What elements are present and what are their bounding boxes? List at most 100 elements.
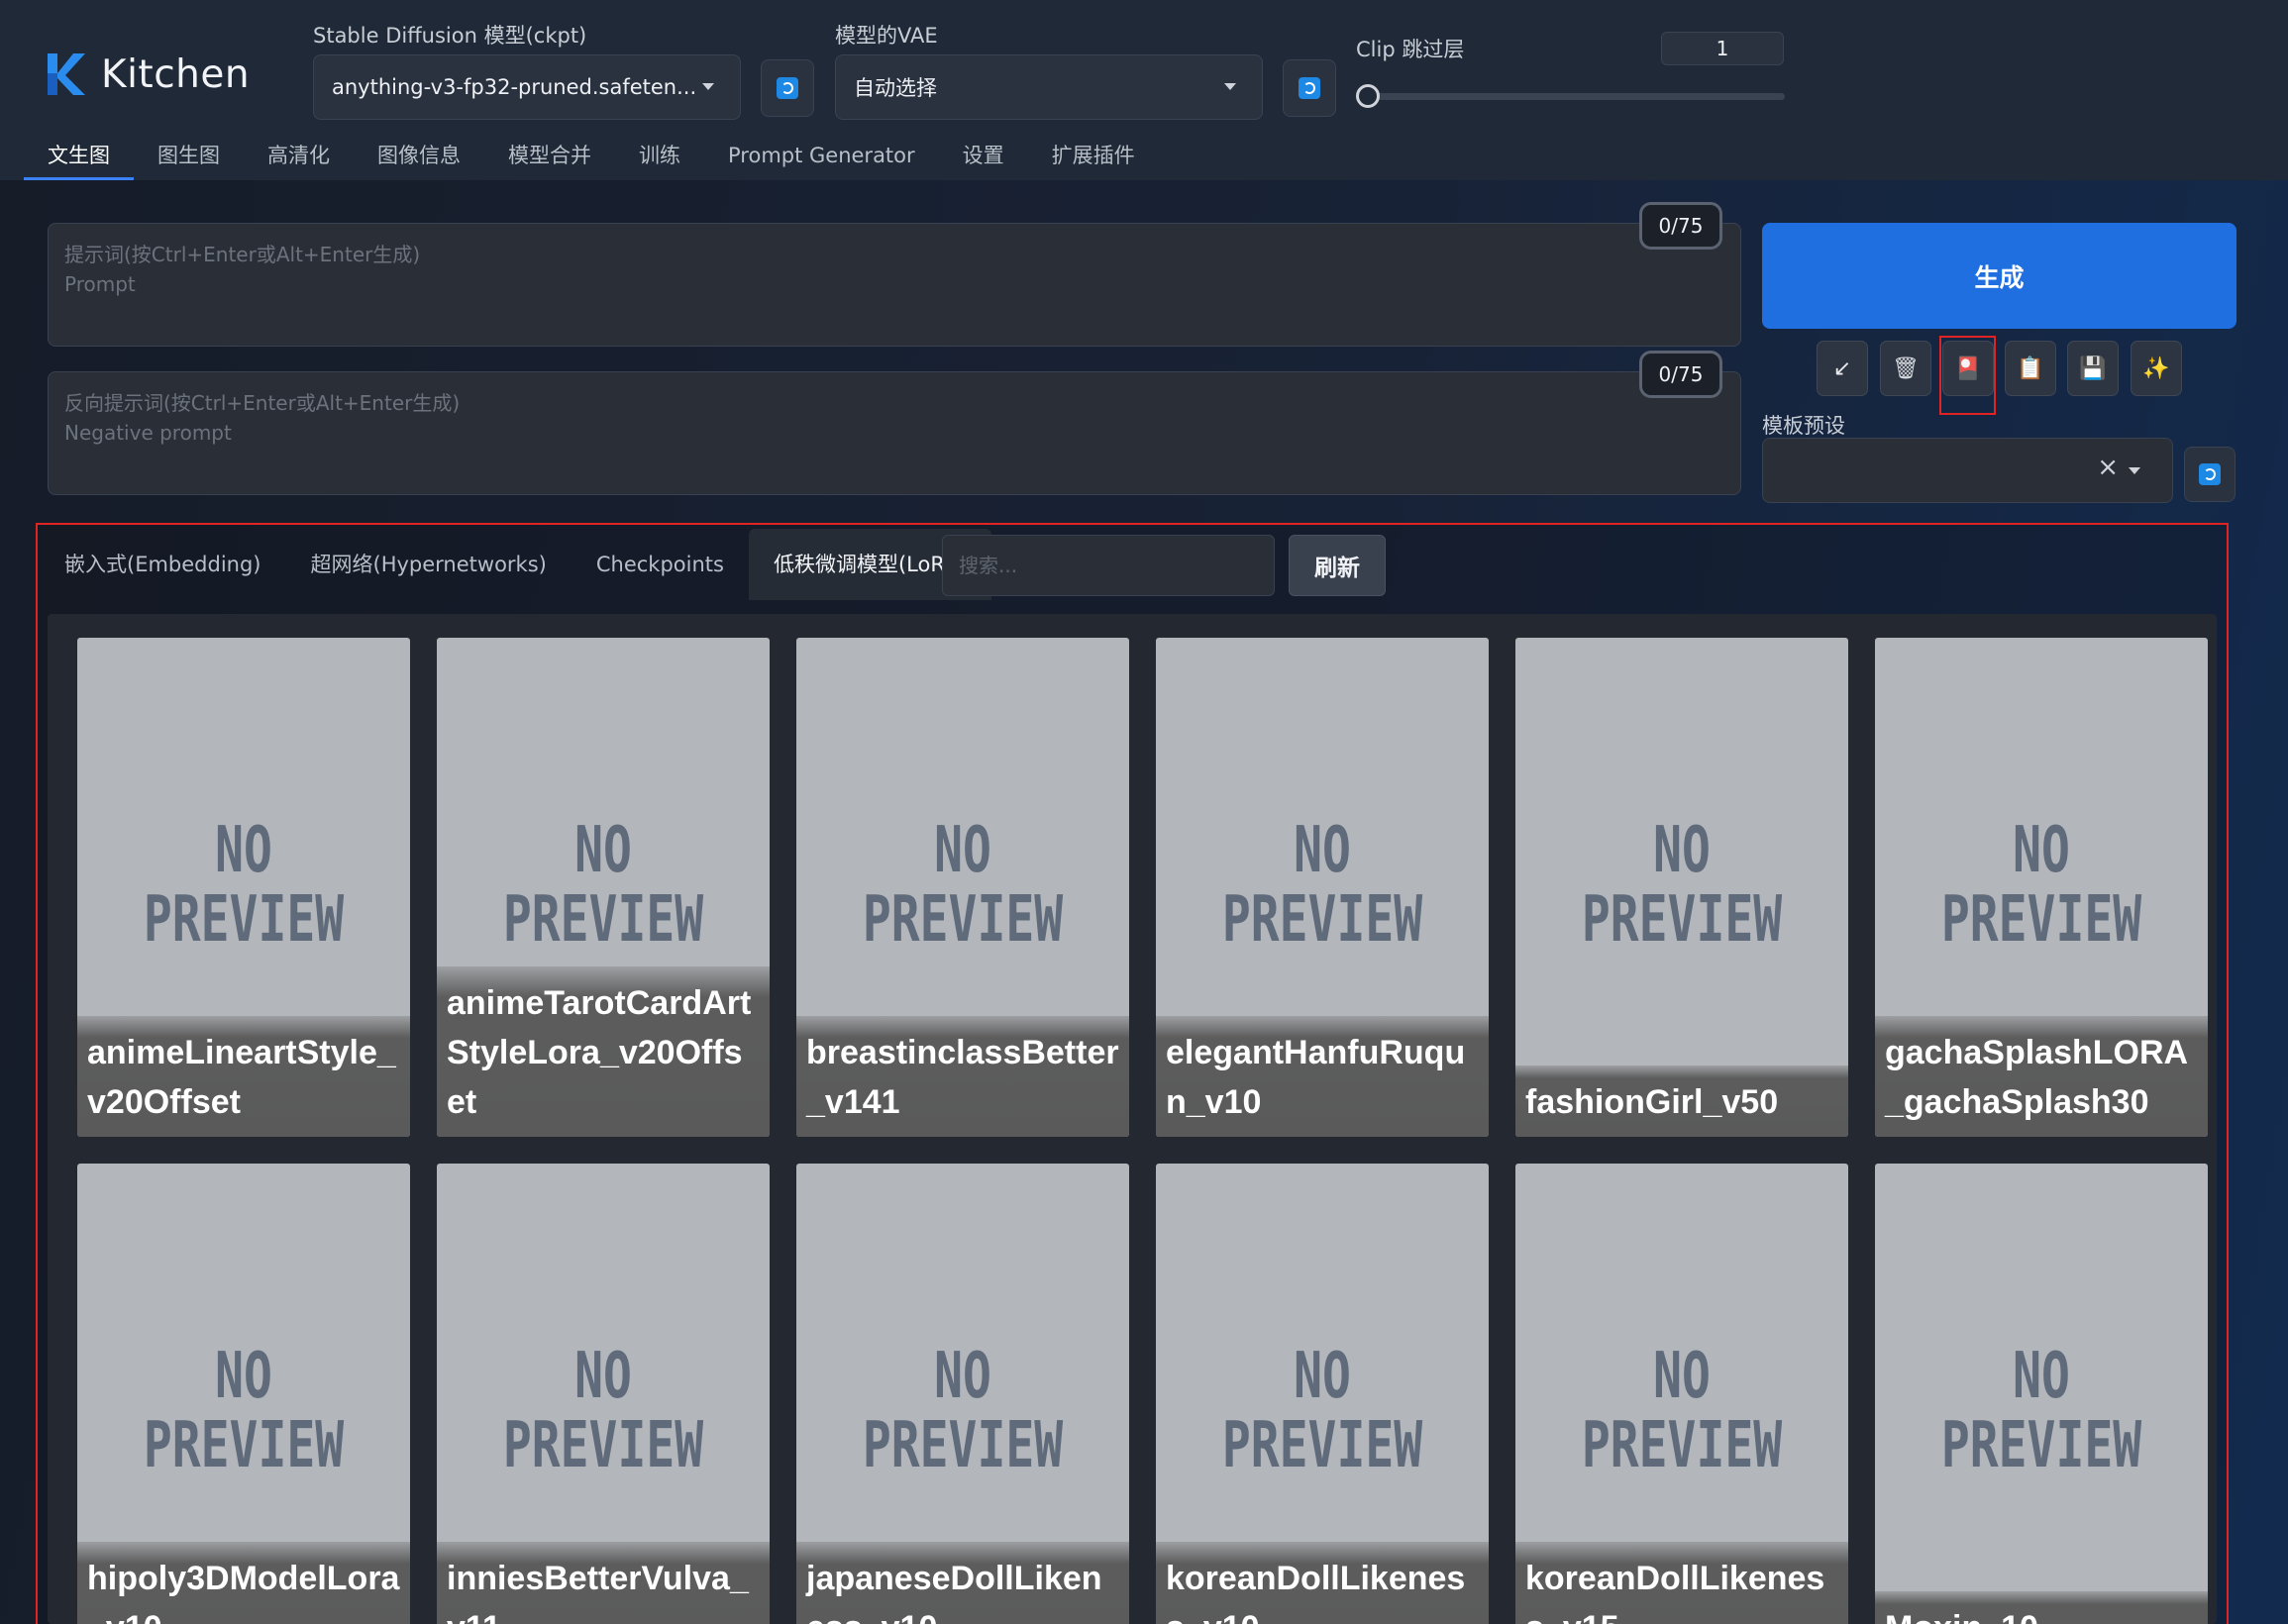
no-preview-text-line2: PREVIEW: [143, 883, 345, 957]
lora-card-name: animeTarotCardArtStyleLora_v20Offset: [437, 966, 770, 1137]
vae-label: 模型的VAE: [835, 24, 938, 48]
no-preview-text-line1: NO: [934, 814, 991, 887]
refresh-ckpt-button[interactable]: [761, 59, 814, 117]
tab-txt2img[interactable]: 文生图: [24, 139, 134, 180]
no-preview-image: NO PREVIEW: [77, 816, 410, 955]
negative-prompt-token-counter: 0/75: [1639, 351, 1722, 398]
highlight-extra-networks-button: [1939, 336, 1996, 415]
no-preview-text-line2: PREVIEW: [1221, 1409, 1423, 1482]
tab-checkpoints[interactable]: Checkpoints: [572, 529, 749, 600]
no-preview-text-line2: PREVIEW: [1581, 883, 1783, 957]
no-preview-text-line2: PREVIEW: [862, 883, 1064, 957]
lora-card[interactable]: NO PREVIEW elegantHanfuRuqun_v10: [1156, 638, 1489, 1137]
styles-select[interactable]: ×: [1762, 438, 2173, 503]
clear-icon[interactable]: ×: [2097, 453, 2119, 482]
kitchen-logo-icon: [44, 51, 87, 97]
extra-networks-refresh-button[interactable]: 刷新: [1289, 535, 1386, 596]
tab-train[interactable]: 训练: [615, 139, 704, 180]
tab-img2img[interactable]: 图生图: [134, 139, 244, 180]
clipboard-icon: 📋: [2017, 355, 2044, 381]
lora-card-name: hipoly3DModelLora_v10: [77, 1542, 410, 1624]
lora-card[interactable]: NOPREVIEW koreanDollLikeness_v15: [1515, 1164, 1848, 1624]
no-preview-image: NO PREVIEW: [437, 816, 770, 955]
no-preview-text-line1: NO: [2013, 1340, 2070, 1413]
lora-card-name: gachaSplashLORA_gachaSplash30: [1875, 1016, 2208, 1137]
no-preview-image: NO PREVIEW: [1156, 1342, 1489, 1480]
main-tabs: 文生图 图生图 高清化 图像信息 模型合并 训练 Prompt Generato…: [24, 139, 1159, 180]
refresh-vae-button[interactable]: [1283, 59, 1336, 117]
lora-card[interactable]: NOPREVIEW japaneseDollLikeness_v10: [796, 1164, 1129, 1624]
no-preview-text-line2: PREVIEW: [502, 1409, 704, 1482]
lora-card[interactable]: NO PREVIEW animeTarotCardArtStyleLora_v20O…: [437, 638, 770, 1137]
clear-prompt-button[interactable]: 🗑: [1880, 341, 1931, 396]
no-preview-text-line1: NO: [215, 814, 272, 887]
lora-card-name: inniesBetterVulva_v11: [437, 1542, 770, 1624]
lora-card-name: koreanDollLikeness_v10: [1156, 1542, 1489, 1624]
no-preview-text-line1: NO: [1294, 814, 1351, 887]
tab-png-info[interactable]: 图像信息: [354, 139, 484, 180]
lora-card[interactable]: NO PREVIEW animeLineartStyle_v20Offset: [77, 638, 410, 1137]
clip-skip-input[interactable]: 1: [1661, 32, 1784, 65]
lora-card-name: japaneseDollLikeness_v10: [796, 1542, 1129, 1624]
refresh-icon: [777, 77, 798, 99]
no-preview-text-line1: NO: [1653, 814, 1711, 887]
lora-card-name: Moxin_10: [1875, 1591, 2208, 1624]
clip-skip-label: Clip 跳过层: [1356, 38, 1465, 61]
lora-card[interactable]: NO PREVIEW fashionGirl_v50: [1515, 638, 1848, 1137]
no-preview-image: NO PREVIEW: [1875, 1342, 2208, 1480]
lora-card[interactable]: NOPREVIEW hipoly3DModelLora_v10: [77, 1164, 410, 1624]
tab-embedding[interactable]: 嵌入式(Embedding): [40, 529, 286, 600]
no-preview-text-line2: PREVIEW: [143, 1409, 345, 1482]
lora-card[interactable]: NO PREVIEW gachaSplashLORA_gachaSplash30: [1875, 638, 2208, 1137]
lora-card[interactable]: NO PREVIEW breastinclassBetter_v141: [796, 638, 1129, 1137]
save-style-button[interactable]: 💾: [2067, 341, 2119, 396]
apply-style-button[interactable]: 📋: [2005, 341, 2056, 396]
extra-networks-search-input[interactable]: [942, 535, 1275, 596]
tab-hypernetworks[interactable]: 超网络(Hypernetworks): [286, 529, 572, 600]
tab-checkpoint-merger[interactable]: 模型合并: [484, 139, 615, 180]
magic-prompt-button[interactable]: ✨: [2131, 341, 2182, 396]
read-params-button[interactable]: ↙: [1817, 341, 1868, 396]
extra-networks-tabs: 嵌入式(Embedding) 超网络(Hypernetworks) Checkp…: [40, 529, 991, 600]
no-preview-text-line2: PREVIEW: [1221, 883, 1423, 957]
styles-label: 模板预设: [1762, 414, 1845, 438]
refresh-icon: [1299, 77, 1320, 99]
app-logo: Kitchen: [44, 51, 250, 97]
negative-prompt-placeholder: 反向提示词(按Ctrl+Enter或Alt+Enter生成) Negative …: [64, 391, 461, 445]
no-preview-image: NO PREVIEW: [1156, 816, 1489, 955]
refresh-icon: [2199, 463, 2221, 485]
tab-extras[interactable]: 高清化: [244, 139, 354, 180]
chevron-down-icon: [702, 83, 714, 90]
prompt-input[interactable]: 提示词(按Ctrl+Enter或Alt+Enter生成) Prompt: [48, 223, 1741, 347]
vae-select[interactable]: 自动选择: [835, 54, 1263, 120]
chevron-down-icon: [2129, 467, 2140, 474]
generate-button[interactable]: 生成: [1762, 223, 2236, 329]
no-preview-text-line2: PREVIEW: [1940, 883, 2142, 957]
no-preview-text-line1: NO: [215, 1340, 272, 1413]
lora-card-name: elegantHanfuRuqun_v10: [1156, 1016, 1489, 1137]
lora-card-name: fashionGirl_v50: [1515, 1066, 1848, 1137]
refresh-styles-button[interactable]: [2184, 447, 2236, 502]
ckpt-select[interactable]: anything-v3-fp32-pruned.safeten...: [313, 54, 741, 120]
negative-prompt-input[interactable]: 反向提示词(按Ctrl+Enter或Alt+Enter生成) Negative …: [48, 371, 1741, 495]
no-preview-text-line1: NO: [574, 1340, 632, 1413]
tab-extensions[interactable]: 扩展插件: [1028, 139, 1159, 180]
no-preview-text-line1: NO: [1653, 1340, 1711, 1413]
no-preview-text-line2: PREVIEW: [862, 1409, 1064, 1482]
no-preview-text-line1: NO: [574, 814, 632, 887]
lora-card[interactable]: NOPREVIEW koreanDollLikeness_v10: [1156, 1164, 1489, 1624]
no-preview-image: NO PREVIEW: [1515, 816, 1848, 955]
lora-card-name: koreanDollLikeness_v15: [1515, 1542, 1848, 1624]
clip-skip-slider-thumb[interactable]: [1356, 84, 1380, 108]
tab-prompt-generator[interactable]: Prompt Generator: [704, 139, 939, 180]
clip-skip-slider[interactable]: [1367, 93, 1785, 100]
lora-card[interactable]: NOPREVIEW Moxin_10: [1875, 1164, 2208, 1624]
trash-icon: 🗑: [1892, 355, 1920, 381]
lora-card[interactable]: NOPREVIEW inniesBetterVulva_v11: [437, 1164, 770, 1624]
save-icon: 💾: [2079, 355, 2107, 381]
vae-value: 自动选择: [854, 76, 937, 100]
no-preview-text-line1: NO: [1294, 1340, 1351, 1413]
no-preview-image: NO PREVIEW: [1515, 1342, 1848, 1480]
no-preview-text-line1: NO: [2013, 814, 2070, 887]
tab-settings[interactable]: 设置: [939, 139, 1028, 180]
